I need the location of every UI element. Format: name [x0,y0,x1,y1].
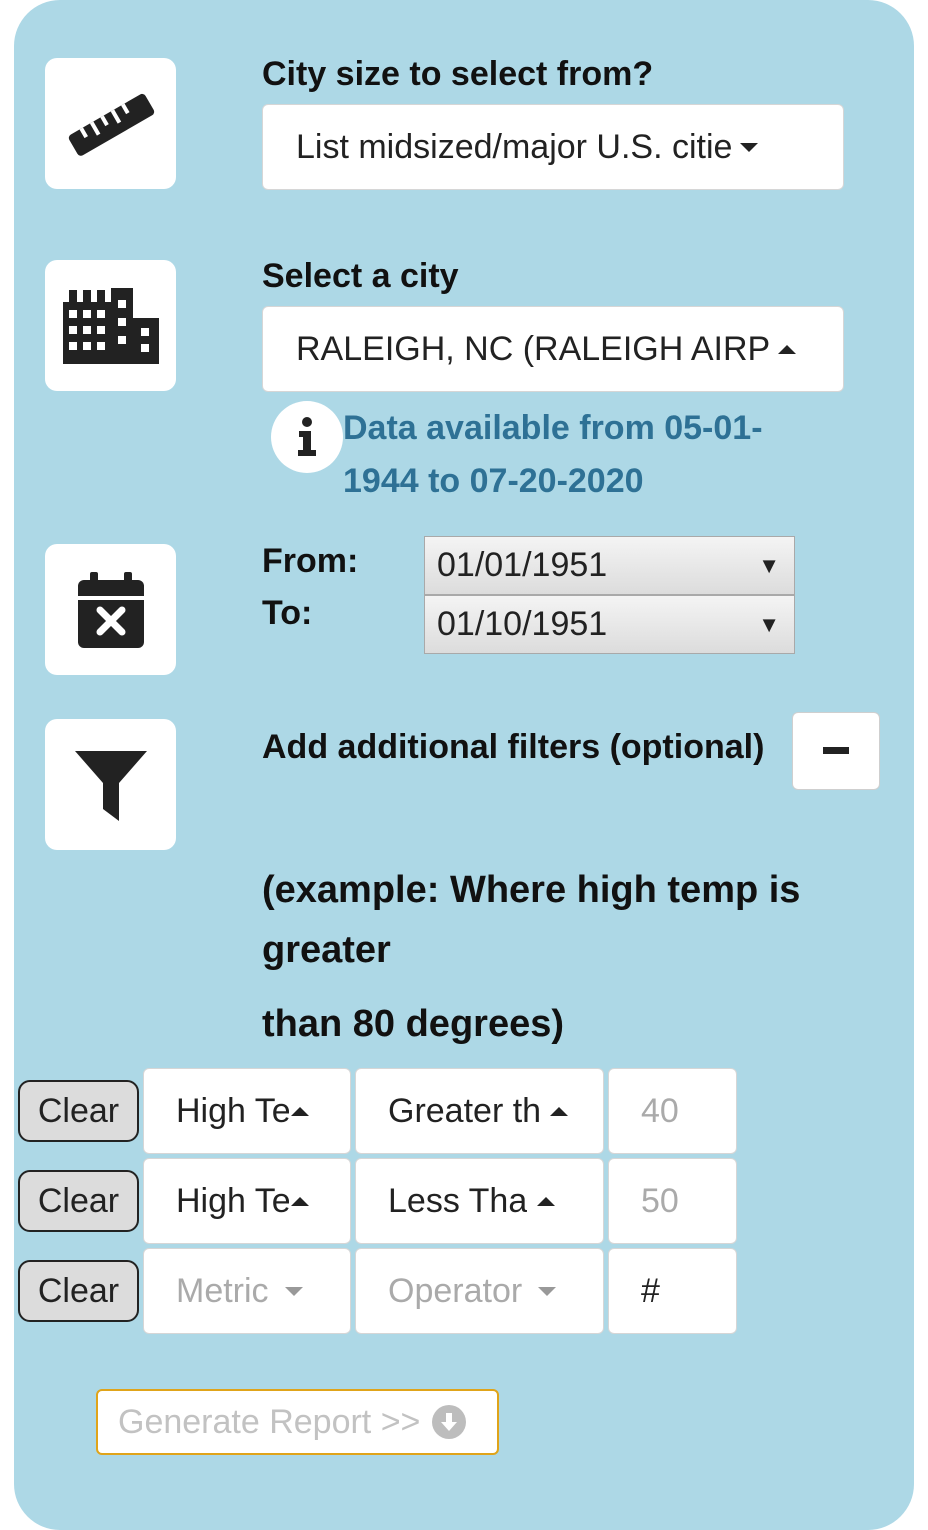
operator-select[interactable]: Less Tha [355,1158,604,1244]
calendar-icon-box [45,544,176,675]
city-size-select-value: List midsized/major U.S. citie [296,127,733,166]
select-city-label: Select a city [262,257,459,295]
chevron-up-icon [550,1106,568,1116]
chevron-down-icon [284,1286,303,1296]
operator-select-value: Operator [388,1271,523,1310]
value-input[interactable]: 50 [608,1158,737,1244]
metric-select[interactable]: High Te [143,1158,351,1244]
value-input-placeholder: # [641,1271,660,1310]
city-icon-box [45,260,176,391]
filter-icon-box [45,719,176,850]
collapse-filters-button[interactable] [792,712,880,790]
chevron-down-icon [740,142,759,152]
metric-select-value: High Te [176,1091,289,1130]
additional-filters-label: Add additional filters (optional) [262,728,765,766]
operator-select[interactable]: Greater th [355,1068,604,1154]
from-date-select[interactable]: 01/01/1951 ▼ [424,536,795,595]
ruler-icon-box [45,58,176,189]
chevron-up-icon [291,1106,309,1116]
filter-example-line1: (example: Where high temp is greater [262,869,801,971]
ruler-icon [68,93,154,156]
minus-icon [823,747,849,754]
calendar-x-icon [77,571,144,648]
info-icon [271,401,343,473]
metric-select-value: Metric [176,1271,269,1310]
metric-select-value: High Te [176,1181,289,1220]
download-circle-icon [432,1405,467,1439]
clear-button[interactable]: Clear [18,1080,139,1142]
to-date-select[interactable]: 01/10/1951 ▼ [424,595,795,654]
value-input-placeholder: 40 [641,1091,679,1130]
metric-select[interactable]: High Te [143,1068,351,1154]
chevron-up-icon [778,344,797,354]
operator-select[interactable]: Operator [355,1248,604,1334]
from-label: From: [262,542,359,580]
city-buildings-icon [62,287,159,364]
operator-select-value: Greater th [388,1091,540,1130]
city-size-label: City size to select from? [262,55,654,93]
data-availability-text: Data available from 05-01-1944 to 07-20-… [343,409,763,500]
operator-select-value: Less Tha [388,1181,528,1220]
to-date-value: 01/10/1951 [437,605,608,643]
dropdown-triangle-icon: ▼ [758,552,780,578]
city-select[interactable]: RALEIGH, NC (RALEIGH AIRP [262,306,844,392]
filter-example-line2: than 80 degrees) [262,1003,564,1045]
chevron-down-icon [538,1286,557,1296]
generate-report-label: Generate Report >> [118,1402,421,1441]
city-size-select[interactable]: List midsized/major U.S. citie [262,104,844,190]
from-date-value: 01/01/1951 [437,546,608,584]
clear-button[interactable]: Clear [18,1260,139,1322]
filter-example-text: (example: Where high temp is greater tha… [262,860,862,1054]
chevron-up-icon [537,1196,556,1206]
clear-button[interactable]: Clear [18,1170,139,1232]
chevron-up-icon [291,1196,309,1206]
metric-select[interactable]: Metric [143,1248,351,1334]
value-input[interactable]: 40 [608,1068,737,1154]
value-input[interactable]: # [608,1248,737,1334]
to-label: To: [262,594,313,632]
value-input-placeholder: 50 [641,1181,679,1220]
city-select-value: RALEIGH, NC (RALEIGH AIRP [296,329,771,368]
dropdown-triangle-icon: ▼ [758,611,780,637]
generate-report-button[interactable]: Generate Report >> [96,1389,499,1455]
filter-icon [74,750,147,821]
